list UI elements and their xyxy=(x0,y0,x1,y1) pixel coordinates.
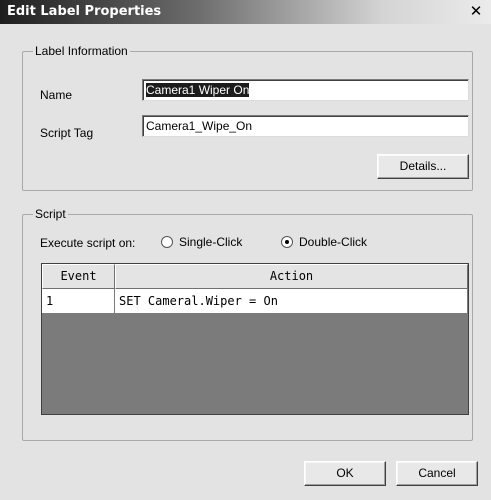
single-click-label: Single-Click xyxy=(179,235,243,249)
close-icon[interactable]: ✕ xyxy=(467,2,485,21)
double-click-option[interactable]: Double-Click xyxy=(281,235,367,249)
action-cell[interactable]: SET Cameral.Wiper = On xyxy=(115,289,468,314)
script-table[interactable]: Event Action 1 SET Cameral.Wiper = On xyxy=(41,263,469,415)
name-field[interactable]: Camera1 Wiper On xyxy=(142,79,469,101)
radio-icon[interactable] xyxy=(161,236,173,248)
dialog-title: Edit Label Properties xyxy=(7,4,162,19)
title-bar[interactable]: Edit Label Properties ✕ xyxy=(0,0,491,24)
table-row[interactable]: 1 SET Cameral.Wiper = On xyxy=(42,289,468,314)
name-label: Name xyxy=(40,88,73,102)
execute-script-label: Execute script on: xyxy=(40,236,136,250)
ok-button[interactable]: OK xyxy=(304,461,386,486)
script-tag-label: Script Tag xyxy=(40,126,94,140)
radio-icon[interactable] xyxy=(281,236,293,248)
double-click-label: Double-Click xyxy=(299,235,368,249)
event-cell[interactable]: 1 xyxy=(42,289,115,314)
cancel-button[interactable]: Cancel xyxy=(396,461,478,486)
edit-label-properties-dialog: Edit Label Properties ✕ Label Informatio… xyxy=(0,0,491,500)
column-header-event[interactable]: Event xyxy=(42,264,115,289)
single-click-option[interactable]: Single-Click xyxy=(161,235,242,249)
label-information-legend: Label Information xyxy=(33,44,130,58)
script-tag-field-value: Camera1_Wipe_On xyxy=(146,119,253,133)
name-field-value: Camera1 Wiper On xyxy=(146,83,250,97)
script-tag-field[interactable]: Camera1_Wipe_On xyxy=(142,115,469,137)
details-button[interactable]: Details... xyxy=(377,154,469,179)
table-header: Event Action xyxy=(42,264,468,289)
script-legend: Script xyxy=(33,207,68,221)
column-header-action[interactable]: Action xyxy=(115,264,468,289)
